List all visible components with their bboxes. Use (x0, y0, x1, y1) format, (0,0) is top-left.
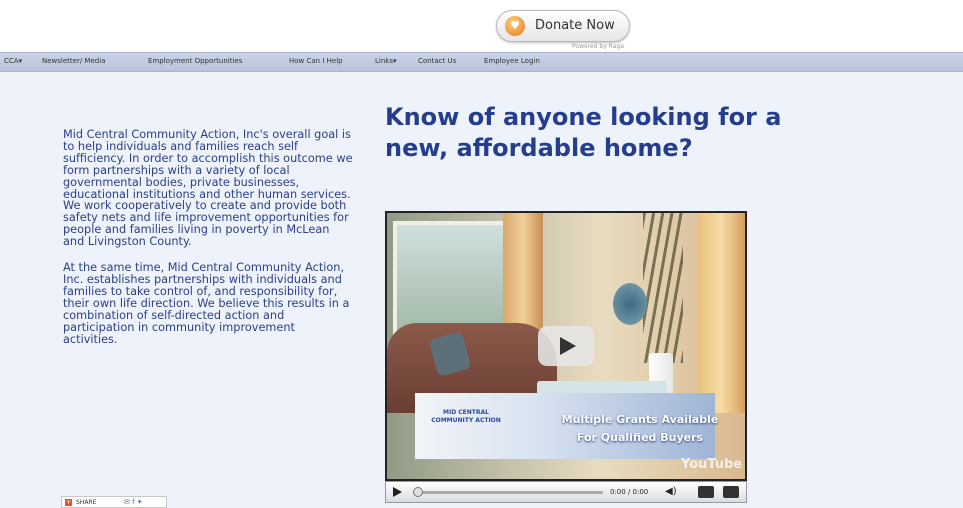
thumbnail-plant (643, 213, 683, 363)
donate-label: Donate Now (535, 18, 615, 33)
nav-item-employee-login[interactable]: Employee Login (484, 57, 540, 65)
main-navbar: CCA▾ Newsletter/ Media Employment Opport… (0, 52, 963, 72)
nav-item-cca[interactable]: CCA▾ (4, 57, 22, 65)
donate-icon: ♥ (505, 16, 525, 36)
intro-text: Mid Central Community Action, Inc's over… (63, 129, 353, 345)
youtube-watermark: YouTube (681, 457, 743, 472)
top-band (0, 0, 963, 52)
volume-icon[interactable]: ◀) (665, 486, 677, 497)
social-icons: ✉ f ✦ (124, 498, 143, 506)
share-icon: + (65, 499, 72, 506)
page-headline: Know of anyone looking for a new, afford… (385, 103, 782, 162)
intro-paragraph-1: Mid Central Community Action, Inc's over… (63, 128, 353, 249)
play-icon[interactable] (393, 487, 402, 497)
nav-item-contact-us[interactable]: Contact Us (418, 57, 456, 65)
play-overlay-button[interactable] (538, 326, 594, 366)
share-button[interactable]: + SHARE ✉ f ✦ (61, 496, 167, 508)
powered-by-text: Powered by Raga (572, 43, 624, 50)
progress-knob[interactable] (413, 487, 423, 497)
thumbnail-curtain-right (697, 213, 745, 413)
video-player[interactable]: MID CENTRAL COMMUNITY ACTION Multiple Gr… (385, 211, 747, 481)
nav-item-newsletter-media[interactable]: Newsletter/ Media (42, 57, 105, 65)
intro-paragraph-2: At the same time, Mid Central Community … (63, 261, 350, 346)
fullscreen-icon[interactable] (723, 486, 739, 498)
donate-now-button[interactable]: ♥ Donate Now (496, 10, 630, 42)
banner-text: Multiple Grants Available For Qualified … (535, 411, 745, 447)
share-label: SHARE (76, 499, 97, 506)
nav-item-employment-opportunities[interactable]: Employment Opportunities (148, 57, 242, 65)
nav-item-how-can-i-help[interactable]: How Can I Help (289, 57, 343, 65)
banner-logo: MID CENTRAL COMMUNITY ACTION (431, 409, 501, 424)
banner-line-1: Multiple Grants Available (561, 413, 719, 426)
thumbnail-fan (613, 283, 647, 325)
video-thumbnail: MID CENTRAL COMMUNITY ACTION Multiple Gr… (387, 213, 745, 479)
play-icon (560, 337, 576, 355)
video-control-bar: 0:00 / 0:00 ◀) (385, 481, 747, 503)
popout-icon[interactable] (698, 486, 714, 498)
progress-track[interactable] (413, 491, 603, 494)
nav-item-links[interactable]: Links▾ (375, 57, 397, 65)
time-display: 0:00 / 0:00 (610, 488, 649, 496)
banner-line-2: For Qualified Buyers (576, 431, 704, 444)
